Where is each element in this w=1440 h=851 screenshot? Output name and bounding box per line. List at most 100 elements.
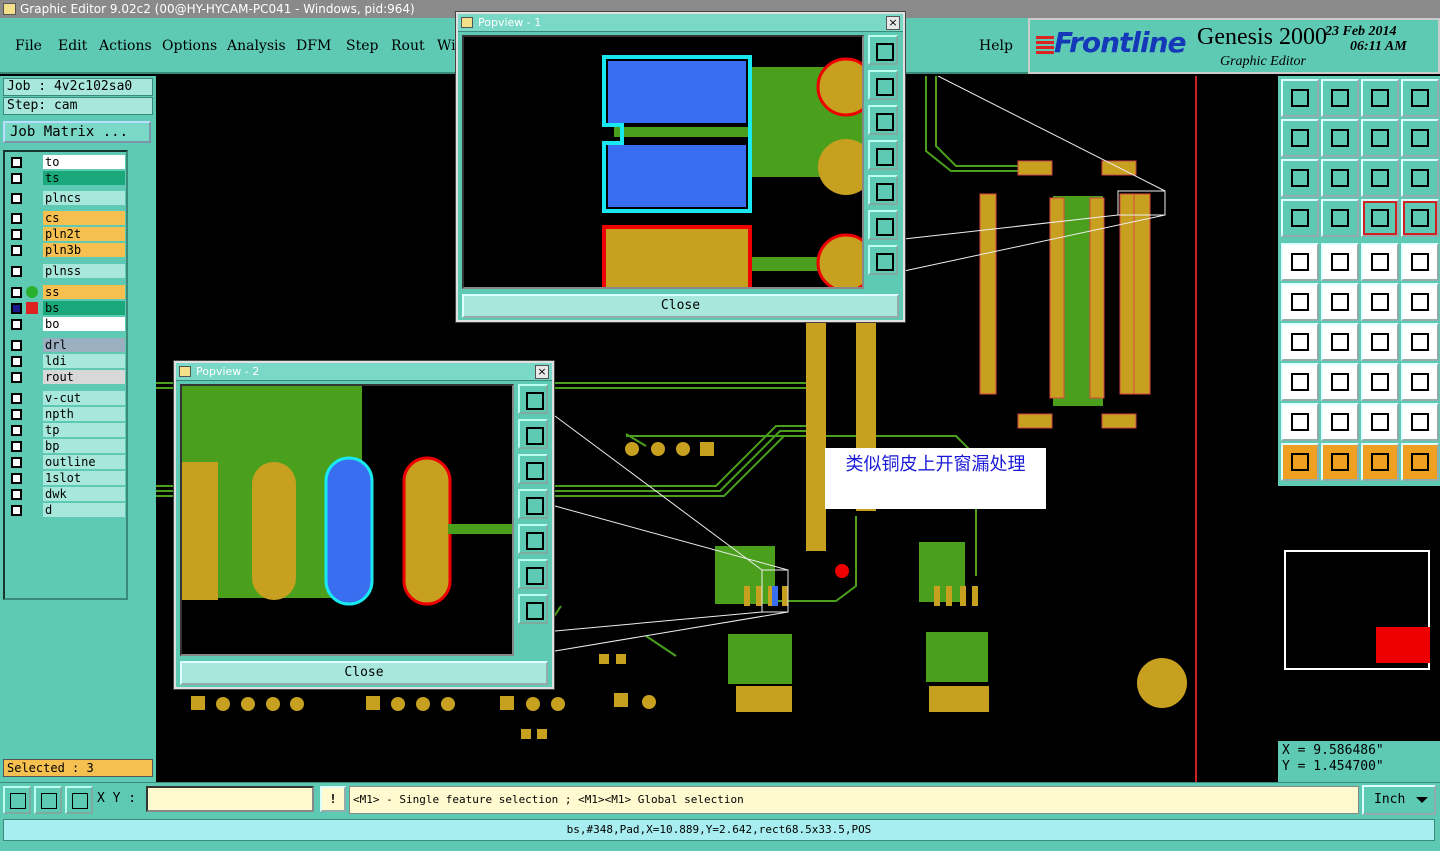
- layer-checkbox[interactable]: [11, 340, 22, 351]
- step-field[interactable]: Step: cam: [3, 97, 153, 115]
- layer-row[interactable]: 1slot: [7, 471, 125, 486]
- snap-icon[interactable]: [3, 786, 31, 814]
- layer-row[interactable]: to: [7, 155, 125, 170]
- menu-file[interactable]: File: [15, 38, 42, 54]
- layer-name[interactable]: cs: [43, 211, 125, 225]
- layer-name[interactable]: drl: [43, 338, 125, 352]
- pv2-pan-right-icon[interactable]: [518, 524, 548, 554]
- pv2-pan-up-icon[interactable]: [518, 419, 548, 449]
- layer-row[interactable]: rout: [7, 370, 125, 385]
- window-icon[interactable]: [1401, 79, 1439, 117]
- layer-checkbox[interactable]: [11, 245, 22, 256]
- layer-name[interactable]: plnss: [43, 264, 125, 278]
- layer-checkbox[interactable]: [11, 489, 22, 500]
- layer-row[interactable]: bp: [7, 439, 125, 454]
- layer-name[interactable]: ss: [43, 285, 125, 299]
- layer-name[interactable]: bs: [43, 301, 125, 315]
- layer-row[interactable]: npth: [7, 407, 125, 422]
- copy-icon[interactable]: [1281, 79, 1319, 117]
- layer-row[interactable]: cs: [7, 211, 125, 226]
- layer-row[interactable]: ts: [7, 171, 125, 186]
- layer-name[interactable]: plncs: [43, 191, 125, 205]
- snap-node-icon[interactable]: [1401, 443, 1439, 481]
- layer-checkbox[interactable]: [11, 213, 22, 224]
- layer-checkbox[interactable]: [11, 441, 22, 452]
- layers-icon[interactable]: [1361, 199, 1399, 237]
- layer-name[interactable]: npth: [43, 407, 125, 421]
- route-a-icon[interactable]: [1321, 403, 1359, 441]
- popview-1-titlebar[interactable]: Popview - 1 ×: [458, 14, 903, 32]
- shape-icon[interactable]: [1401, 363, 1439, 401]
- add-pad-icon[interactable]: [1281, 243, 1319, 281]
- layer-row[interactable]: plncs: [7, 191, 125, 206]
- pointer-alt-icon[interactable]: [1361, 443, 1399, 481]
- pv1-pan-down-icon[interactable]: [868, 105, 898, 135]
- popview-2-close-icon[interactable]: ×: [535, 365, 549, 379]
- layer-name[interactable]: pln2t: [43, 227, 125, 241]
- route-c-icon[interactable]: [1401, 403, 1439, 441]
- mirror-icon[interactable]: [1401, 119, 1439, 157]
- resize-icon[interactable]: [1361, 363, 1399, 401]
- job-matrix-button[interactable]: Job Matrix ...: [3, 121, 151, 143]
- route-icon[interactable]: [1281, 403, 1319, 441]
- arc-icon[interactable]: [1361, 323, 1399, 361]
- layer-checkbox[interactable]: [11, 457, 22, 468]
- xy-input[interactable]: [146, 786, 314, 812]
- overview-minimap[interactable]: [1278, 486, 1440, 741]
- route-b-icon[interactable]: [1361, 403, 1399, 441]
- menu-rout[interactable]: Rout: [391, 38, 425, 54]
- pv1-zoom-out-icon[interactable]: [868, 245, 898, 275]
- layer-row[interactable]: v-cut: [7, 391, 125, 406]
- angle-icon[interactable]: [1281, 323, 1319, 361]
- menu-edit[interactable]: Edit: [58, 38, 87, 54]
- grid-icon[interactable]: [1321, 199, 1359, 237]
- layer-row[interactable]: tp: [7, 423, 125, 438]
- layer-checkbox[interactable]: [11, 193, 22, 204]
- pv2-zoom-out-icon[interactable]: [518, 594, 548, 624]
- pv1-zoom-icon[interactable]: [868, 35, 898, 65]
- layer-row[interactable]: outline: [7, 455, 125, 470]
- layer-checkbox[interactable]: [11, 173, 22, 184]
- layer-name[interactable]: to: [43, 155, 125, 169]
- pv2-pan-left-icon[interactable]: [518, 489, 548, 519]
- popview-1-close-button[interactable]: Close: [462, 294, 899, 318]
- layer-name[interactable]: bo: [43, 317, 125, 331]
- tool-icon[interactable]: [1281, 199, 1319, 237]
- select-icon[interactable]: [1401, 243, 1439, 281]
- pointer-icon[interactable]: [1281, 443, 1319, 481]
- layer-name[interactable]: ldi: [43, 354, 125, 368]
- layer-name[interactable]: tp: [43, 423, 125, 437]
- layer-checkbox[interactable]: [11, 303, 22, 314]
- layer-row[interactable]: dwk: [7, 487, 125, 502]
- menu-help[interactable]: Help: [979, 38, 1013, 54]
- layer-checkbox[interactable]: [11, 425, 22, 436]
- menu-analysis[interactable]: Analysis: [227, 38, 286, 54]
- layer-checkbox[interactable]: [11, 372, 22, 383]
- layer-checkbox[interactable]: [11, 505, 22, 516]
- pv1-pan-left-icon[interactable]: [868, 140, 898, 170]
- layer-row[interactable]: pln2t: [7, 227, 125, 242]
- layer-row[interactable]: bs: [7, 301, 125, 316]
- job-field[interactable]: Job : 4v2c102sa0: [3, 78, 153, 96]
- layer-name[interactable]: d: [43, 503, 125, 517]
- layer-row[interactable]: bo: [7, 317, 125, 332]
- layer-row[interactable]: ldi: [7, 354, 125, 369]
- delete-icon[interactable]: [1321, 283, 1359, 321]
- layer-checkbox[interactable]: [11, 157, 22, 168]
- popview-2-close-button[interactable]: Close: [180, 661, 548, 685]
- layer-checkbox[interactable]: [11, 229, 22, 240]
- layer-name[interactable]: ts: [43, 171, 125, 185]
- layers-alt-icon[interactable]: [1401, 199, 1439, 237]
- grid-icon[interactable]: [65, 786, 93, 814]
- menu-actions[interactable]: Actions: [99, 38, 152, 54]
- ruler-icon[interactable]: [1361, 243, 1399, 281]
- menu-step[interactable]: Step: [346, 38, 378, 54]
- move-node-icon[interactable]: [1361, 283, 1399, 321]
- measure-icon[interactable]: [34, 786, 62, 814]
- menu-dfm[interactable]: DFM: [296, 38, 331, 54]
- pv2-pan-down-icon[interactable]: [518, 454, 548, 484]
- layer-row[interactable]: plnss: [7, 264, 125, 279]
- popview-1-close-icon[interactable]: ×: [886, 16, 900, 30]
- layer-row[interactable]: d: [7, 503, 125, 518]
- popview-2-titlebar[interactable]: Popview - 2 ×: [176, 363, 552, 381]
